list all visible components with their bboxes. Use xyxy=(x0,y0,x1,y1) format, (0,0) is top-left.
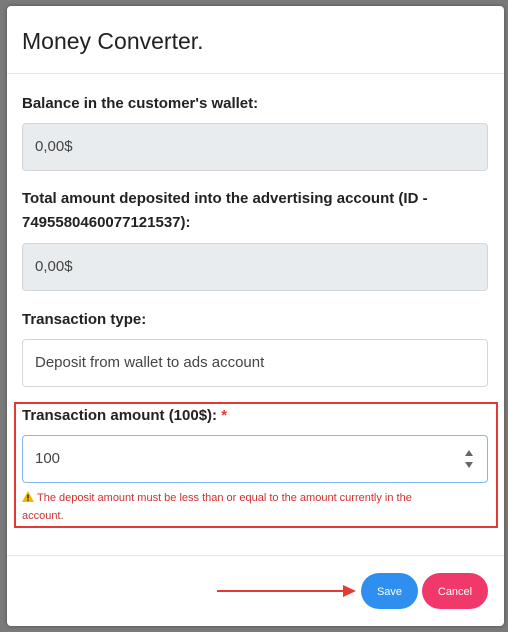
transaction-type-label: Transaction type: xyxy=(22,311,147,328)
transaction-amount-label: Transaction amount (100$): * xyxy=(22,404,227,428)
transaction-amount-label-text: Transaction amount (100$): xyxy=(22,407,218,424)
transaction-type-select[interactable]: Deposit from wallet to ads account xyxy=(22,339,488,387)
money-converter-modal: Money Converter. Balance in the customer… xyxy=(7,6,504,626)
balance-label: Balance in the customer's wallet: xyxy=(22,95,259,112)
footer-divider xyxy=(7,555,504,556)
deposited-label-line2: 7495580460077121537): xyxy=(22,214,191,231)
number-spinner-icon[interactable] xyxy=(464,448,474,470)
transaction-amount-input[interactable]: 100 xyxy=(22,435,488,483)
transaction-amount-value: 100 xyxy=(35,450,61,467)
balance-value: 0,00$ xyxy=(35,138,73,155)
save-button[interactable]: Save xyxy=(361,573,418,609)
error-text-line1: The deposit amount must be less than or … xyxy=(37,492,412,504)
modal-header: Money Converter. xyxy=(7,6,504,74)
deposited-field: 0,00$ xyxy=(22,243,488,291)
modal-title: Money Converter. xyxy=(22,28,204,54)
cancel-button[interactable]: Cancel xyxy=(422,573,488,609)
error-text-line2: account. xyxy=(22,510,64,522)
arrow-annotation-icon xyxy=(217,585,356,597)
deposited-label-line1: Total amount deposited into the advertis… xyxy=(22,190,428,207)
transaction-type-value: Deposit from wallet to ads account xyxy=(35,354,265,371)
required-mark: * xyxy=(221,407,228,424)
error-message-line1: The deposit amount must be less than or … xyxy=(22,489,477,507)
warning-icon xyxy=(22,491,34,502)
balance-field: 0,00$ xyxy=(22,123,488,171)
deposited-value: 0,00$ xyxy=(35,258,73,275)
